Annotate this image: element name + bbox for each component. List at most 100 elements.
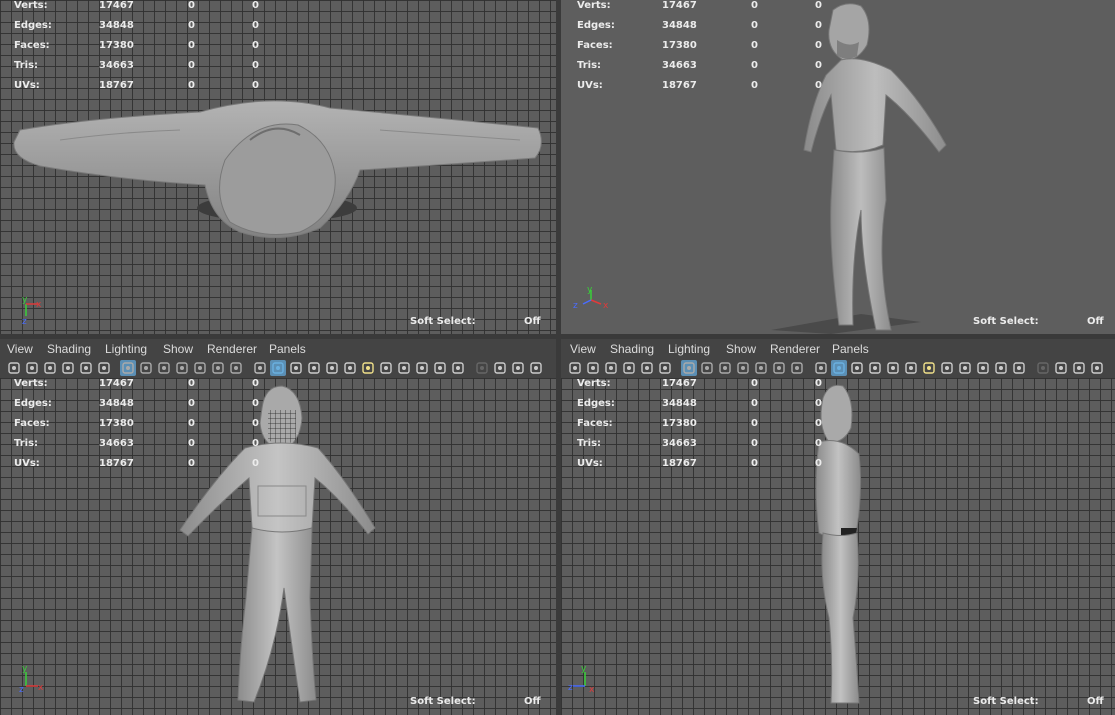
image-plane-icon[interactable] [60, 360, 76, 376]
wireframe-icon[interactable] [252, 360, 268, 376]
safe-title-icon[interactable] [228, 360, 244, 376]
camera-select-icon[interactable] [6, 360, 22, 376]
motion-blur-icon[interactable] [414, 360, 430, 376]
panel-toolbar-front [0, 358, 556, 378]
textured-icon[interactable] [342, 360, 358, 376]
hud-row-edges: Edges: 34848 0 0 [14, 20, 259, 31]
textured-icon[interactable] [903, 360, 919, 376]
panel-toolbar-side [561, 358, 1115, 378]
viewport-top[interactable]: Verts: 17467 0 0 Edges: 34848 0 0 Faces: 17380 0… [0, 0, 556, 334]
field-chart-icon[interactable] [192, 360, 208, 376]
hud-row-uvs: UVs: 18767 0 0 [14, 80, 259, 91]
xray-icon[interactable] [324, 360, 340, 376]
gate-mask-icon[interactable] [735, 360, 751, 376]
camera-attributes-icon[interactable] [585, 360, 601, 376]
twod-pan-zoom-icon[interactable] [639, 360, 655, 376]
hud-row-verts: Verts: 17467 0 0 [14, 0, 259, 11]
viewport-side[interactable]: Verts: 17467 0 0 Edges: 34848 0 0 Faces: 17380 0… [561, 378, 1115, 715]
axis-gizmo: y z x [568, 664, 595, 694]
viewport-front[interactable]: Verts: 17467 0 0 Edges: 34848 0 0 Faces: 17380 0… [0, 378, 556, 715]
bookmark-icon[interactable] [42, 360, 58, 376]
grease-pencil-icon[interactable] [96, 360, 112, 376]
xray-active-icon[interactable] [510, 360, 526, 376]
motion-blur-icon[interactable] [975, 360, 991, 376]
safe-title-icon[interactable] [789, 360, 805, 376]
menu-shading[interactable]: Shading [610, 342, 654, 356]
svg-text:x: x [603, 301, 609, 311]
isolate-select-icon[interactable] [1035, 360, 1051, 376]
resolution-gate-icon[interactable] [717, 360, 733, 376]
screen-space-ao-icon[interactable] [396, 360, 412, 376]
axis-z-label: z [22, 317, 27, 326]
menu-show[interactable]: Show [163, 342, 193, 356]
toggle-hud-icon[interactable] [528, 360, 544, 376]
menu-show[interactable]: Show [726, 342, 756, 356]
axis-gizmo: y x z [19, 664, 44, 694]
soft-select-status: Soft Select: Off [410, 696, 541, 707]
panel-menubar-side: View Shading Lighting Show Renderer Pane… [561, 339, 1115, 359]
safe-action-icon[interactable] [210, 360, 226, 376]
multisample-aa-icon[interactable] [432, 360, 448, 376]
isolate-select-icon[interactable] [474, 360, 490, 376]
wireframe-on-shaded-icon[interactable] [867, 360, 883, 376]
svg-text:x: x [589, 685, 595, 694]
menu-panels[interactable]: Panels [269, 342, 306, 356]
menu-shading[interactable]: Shading [47, 342, 91, 356]
safe-action-icon[interactable] [771, 360, 787, 376]
bookmark-icon[interactable] [603, 360, 619, 376]
toggle-hud-icon[interactable] [1089, 360, 1105, 376]
xray-joints-icon[interactable] [492, 360, 508, 376]
menu-view[interactable]: View [570, 342, 596, 356]
wireframe-icon[interactable] [813, 360, 829, 376]
menu-renderer[interactable]: Renderer [207, 342, 257, 356]
axis-gizmo: x y z [22, 296, 42, 326]
viewport-persp[interactable]: Verts: 17467 0 0 Edges: 34848 0 0 Faces: 17380 0… [561, 0, 1115, 334]
resolution-gate-icon[interactable] [156, 360, 172, 376]
svg-text:z: z [19, 685, 24, 694]
panel-menubar-front: View Shading Lighting Show Renderer Pane… [0, 339, 556, 359]
shadows-icon[interactable] [939, 360, 955, 376]
field-chart-icon[interactable] [753, 360, 769, 376]
image-plane-icon[interactable] [621, 360, 637, 376]
xray-icon[interactable] [885, 360, 901, 376]
hud-row-faces: Faces: 17380 0 0 [14, 40, 259, 51]
wireframe-on-shaded-icon[interactable] [306, 360, 322, 376]
use-default-material-icon[interactable] [288, 360, 304, 376]
svg-text:y: y [22, 664, 28, 674]
menu-lighting[interactable]: Lighting [105, 342, 147, 356]
grid-icon[interactable] [681, 360, 697, 376]
depth-of-field-icon[interactable] [1011, 360, 1027, 376]
shadows-icon[interactable] [378, 360, 394, 376]
xray-active-icon[interactable] [1071, 360, 1087, 376]
smooth-shade-icon[interactable] [831, 360, 847, 376]
svg-text:y: y [581, 664, 587, 674]
film-gate-icon[interactable] [699, 360, 715, 376]
gate-mask-icon[interactable] [174, 360, 190, 376]
menu-panels[interactable]: Panels [832, 342, 869, 356]
screen-space-ao-icon[interactable] [957, 360, 973, 376]
menu-renderer[interactable]: Renderer [770, 342, 820, 356]
use-default-material-icon[interactable] [849, 360, 865, 376]
menu-lighting[interactable]: Lighting [668, 342, 710, 356]
camera-attributes-icon[interactable] [24, 360, 40, 376]
svg-text:y: y [587, 285, 593, 295]
soft-select-status: Soft Select: Off [410, 316, 541, 327]
lights-icon[interactable] [360, 360, 376, 376]
film-gate-icon[interactable] [138, 360, 154, 376]
xray-joints-icon[interactable] [1053, 360, 1069, 376]
lights-icon[interactable] [921, 360, 937, 376]
smooth-shade-icon[interactable] [270, 360, 286, 376]
hud-row-tris: Tris: 34663 0 0 [14, 60, 259, 71]
depth-of-field-icon[interactable] [450, 360, 466, 376]
soft-select-status: Soft Select: Off [973, 316, 1104, 327]
soft-select-status: Soft Select: Off [973, 696, 1104, 707]
multisample-aa-icon[interactable] [993, 360, 1009, 376]
grease-pencil-icon[interactable] [657, 360, 673, 376]
twod-pan-zoom-icon[interactable] [78, 360, 94, 376]
grid-icon[interactable] [120, 360, 136, 376]
axis-gizmo: y x z [573, 285, 609, 311]
svg-text:z: z [568, 683, 573, 693]
camera-select-icon[interactable] [567, 360, 583, 376]
menu-view[interactable]: View [7, 342, 33, 356]
svg-text:x: x [38, 683, 44, 693]
